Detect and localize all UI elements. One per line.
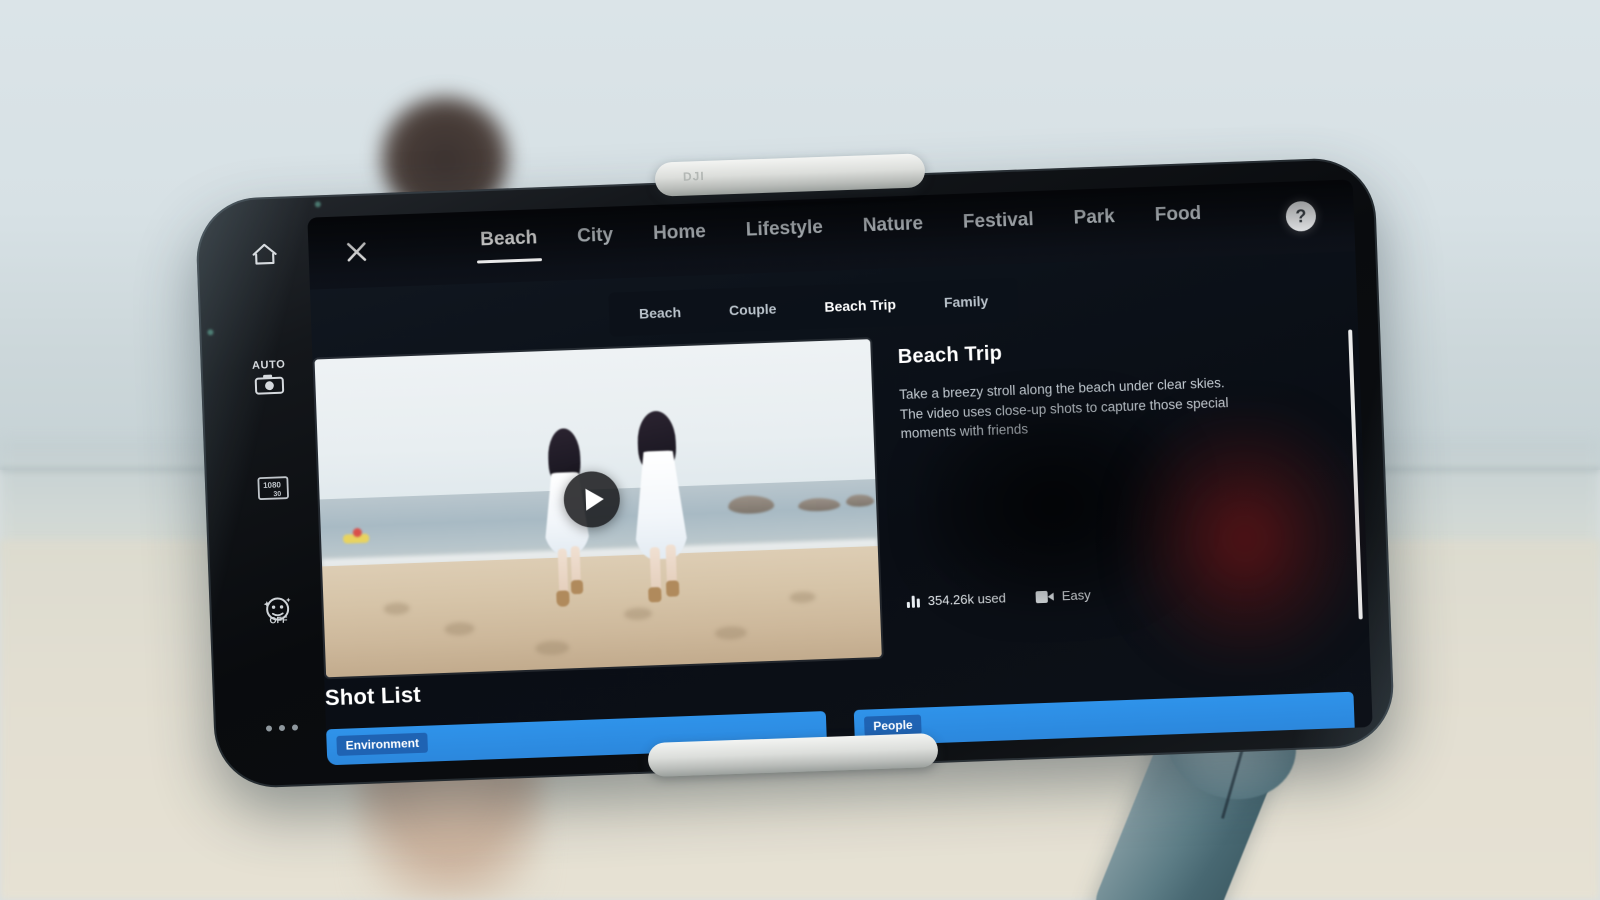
home-icon bbox=[252, 243, 277, 265]
template-title: Beach Trip bbox=[897, 342, 1003, 369]
usage-count-label: 354.26k used bbox=[927, 590, 1007, 609]
resolution-icon: 1080 30 bbox=[257, 476, 289, 500]
subtab-beach[interactable]: Beach bbox=[614, 289, 706, 336]
difficulty-label: Easy bbox=[1061, 587, 1091, 604]
screenshot-scene: AUTO 1080 30 OFF Beach City Home Lifesty… bbox=[0, 0, 1600, 900]
camera-icon bbox=[254, 374, 285, 395]
more-dots-icon bbox=[265, 724, 299, 732]
rail-auto-camera-button[interactable]: AUTO bbox=[231, 358, 308, 397]
usage-stat: 354.26k used bbox=[906, 590, 1007, 609]
close-icon bbox=[347, 242, 367, 262]
svg-text:30: 30 bbox=[273, 491, 281, 498]
screen-reflection-red bbox=[1125, 409, 1365, 668]
subtab-family[interactable]: Family bbox=[919, 278, 1013, 325]
tab-home[interactable]: Home bbox=[632, 210, 726, 259]
sub-category-tabs: Beach Couple Beach Trip Family bbox=[608, 277, 1020, 337]
category-tabs: Beach City Home Lifestyle Nature Festiva… bbox=[460, 192, 1223, 266]
tab-festival[interactable]: Festival bbox=[942, 198, 1054, 248]
play-icon bbox=[584, 488, 604, 511]
svg-text:OFF: OFF bbox=[269, 615, 288, 626]
subtab-beach-trip[interactable]: Beach Trip bbox=[800, 281, 921, 329]
video-subject-right bbox=[625, 410, 694, 608]
video-camera-icon bbox=[1035, 590, 1054, 603]
rail-more-button[interactable] bbox=[244, 724, 320, 733]
help-icon: ? bbox=[1295, 205, 1307, 226]
tab-nature[interactable]: Nature bbox=[842, 202, 944, 252]
template-stats-row: 354.26k used Easy bbox=[906, 587, 1091, 609]
vertical-scrollbar[interactable] bbox=[1348, 329, 1363, 620]
bar-chart-icon bbox=[906, 595, 921, 608]
template-detail-panel: Beach Trip Take a breezy stroll along th… bbox=[897, 334, 1230, 444]
shot-badge-label: Environment bbox=[336, 732, 429, 756]
tab-park[interactable]: Park bbox=[1053, 195, 1136, 244]
phone-device: AUTO 1080 30 OFF Beach City Home Lifesty… bbox=[194, 156, 1396, 790]
tab-lifestyle[interactable]: Lifestyle bbox=[725, 206, 844, 256]
template-description: Take a breezy stroll along the beach und… bbox=[898, 375, 1229, 442]
rail-beauty-toggle[interactable]: OFF bbox=[239, 594, 316, 627]
app-top-bar: Beach City Home Lifestyle Nature Festiva… bbox=[307, 179, 1356, 290]
app-screen: Beach City Home Lifestyle Nature Festiva… bbox=[307, 179, 1373, 766]
rail-home-button[interactable] bbox=[226, 240, 303, 269]
phone-speck bbox=[207, 329, 214, 336]
clamp-logo: DJI bbox=[682, 168, 705, 184]
face-beauty-icon: OFF bbox=[263, 597, 291, 626]
help-button[interactable]: ? bbox=[1285, 200, 1317, 232]
svg-text:1080: 1080 bbox=[263, 480, 282, 490]
rail-auto-label: AUTO bbox=[251, 358, 286, 372]
difficulty-stat: Easy bbox=[1035, 587, 1091, 604]
shot-list-heading: Shot List bbox=[324, 681, 422, 711]
close-button[interactable] bbox=[338, 233, 375, 270]
video-preview-card[interactable] bbox=[314, 339, 882, 678]
camera-side-rail: AUTO 1080 30 OFF bbox=[225, 216, 321, 773]
tab-food[interactable]: Food bbox=[1134, 192, 1222, 241]
phone-speck bbox=[314, 201, 321, 208]
tab-city[interactable]: City bbox=[556, 214, 634, 263]
tab-beach[interactable]: Beach bbox=[460, 217, 559, 267]
rail-resolution-button[interactable]: 1080 30 bbox=[235, 474, 312, 503]
subtab-couple[interactable]: Couple bbox=[704, 286, 801, 333]
